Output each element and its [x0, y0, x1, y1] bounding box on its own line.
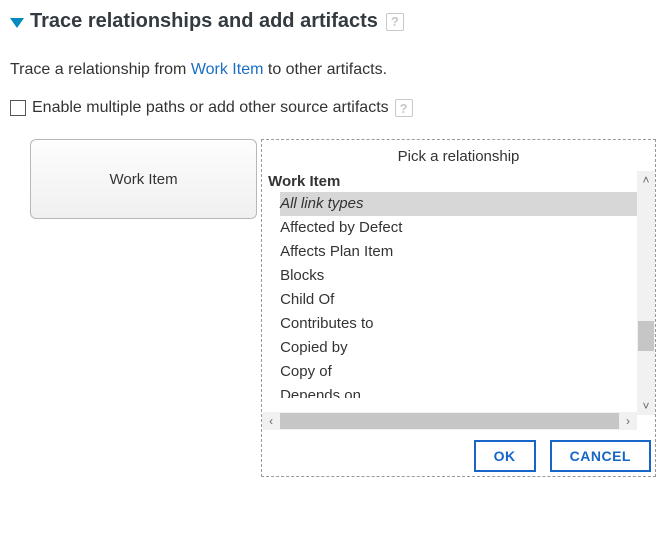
- scroll-right-icon[interactable]: ›: [619, 414, 637, 428]
- panels: Work Item Pick a relationship Work Item …: [30, 139, 656, 477]
- disclosure-triangle-icon[interactable]: [10, 18, 24, 28]
- dialog-buttons: OK CANCEL: [262, 440, 655, 472]
- help-icon[interactable]: ?: [395, 99, 413, 117]
- relationship-list[interactable]: All link types Affected by Defect Affect…: [262, 192, 655, 412]
- section-title: Trace relationships and add artifacts ?: [30, 10, 404, 33]
- cancel-button[interactable]: CANCEL: [550, 440, 651, 472]
- help-icon[interactable]: ?: [386, 13, 404, 31]
- intro-suffix: to other artifacts.: [263, 61, 387, 78]
- source-artifact-box[interactable]: Work Item: [30, 139, 257, 219]
- vertical-scrollbar[interactable]: ˄ ˅: [637, 171, 655, 415]
- enable-multiple-paths-checkbox[interactable]: [10, 100, 26, 116]
- relationship-option[interactable]: Affects Plan Item: [280, 240, 655, 264]
- scroll-left-icon[interactable]: ‹: [262, 414, 280, 428]
- scroll-thumb[interactable]: [280, 413, 619, 429]
- intro-text: Trace a relationship from Work Item to o…: [10, 61, 656, 79]
- relationship-option[interactable]: Child Of: [280, 288, 655, 312]
- relationship-option[interactable]: Copied by: [280, 336, 655, 360]
- section-title-text: Trace relationships and add artifacts: [30, 10, 378, 33]
- enable-multiple-paths-row: Enable multiple paths or add other sourc…: [10, 99, 656, 117]
- relationship-option[interactable]: Contributes to: [280, 312, 655, 336]
- relationship-option[interactable]: Affected by Defect: [280, 216, 655, 240]
- ok-button[interactable]: OK: [474, 440, 536, 472]
- source-artifact-label: Work Item: [110, 171, 178, 188]
- scroll-thumb[interactable]: [638, 321, 654, 351]
- relationship-option[interactable]: Copy of: [280, 360, 655, 384]
- relationship-list-wrap: Work Item All link types Affected by Def…: [262, 171, 655, 412]
- scroll-up-icon[interactable]: ˄: [637, 171, 655, 189]
- relationship-option[interactable]: Depends on: [280, 384, 655, 398]
- enable-multiple-paths-label: Enable multiple paths or add other sourc…: [32, 99, 389, 117]
- intro-prefix: Trace a relationship from: [10, 61, 191, 78]
- relationship-option[interactable]: Blocks: [280, 264, 655, 288]
- work-item-link[interactable]: Work Item: [191, 61, 264, 78]
- picker-title: Pick a relationship: [262, 144, 655, 171]
- relationship-group-label: Work Item: [262, 171, 655, 192]
- relationship-picker: Pick a relationship Work Item All link t…: [261, 139, 656, 477]
- scroll-down-icon[interactable]: ˅: [637, 397, 655, 415]
- section-header: Trace relationships and add artifacts ?: [10, 10, 656, 33]
- relationship-option[interactable]: All link types: [280, 192, 655, 216]
- horizontal-scrollbar[interactable]: ‹ ›: [262, 412, 637, 430]
